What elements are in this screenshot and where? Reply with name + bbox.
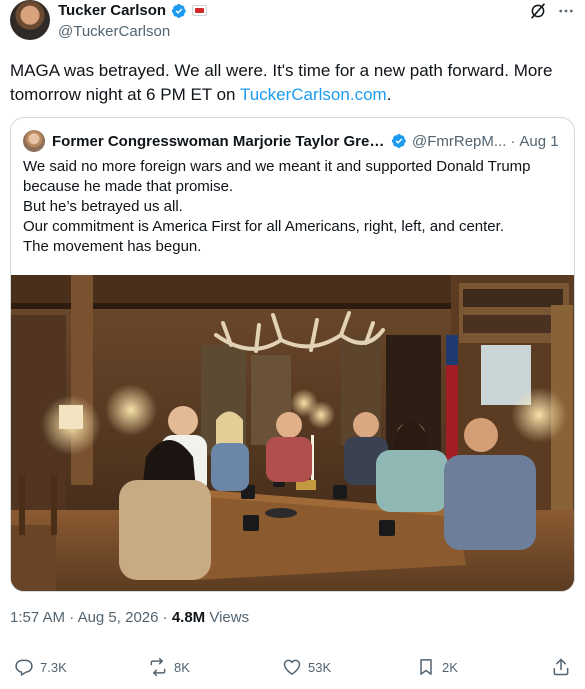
- quoted-text-line: We said no more foreign wars and we mean…: [23, 158, 531, 175]
- views-count: 4.8M: [171, 609, 206, 626]
- quoted-text-line: The movement has begun.: [23, 238, 202, 255]
- quoted-author-handle[interactable]: @FmrRepM...: [412, 133, 506, 150]
- bookmark-icon: [420, 659, 432, 675]
- meta-separator: ·: [162, 609, 168, 626]
- views-label: Views: [209, 609, 250, 626]
- like-button[interactable]: 53K: [282, 657, 331, 677]
- reply-count: 7.3K: [40, 659, 67, 675]
- bookmark-button[interactable]: 2K: [416, 657, 458, 677]
- group-dinner-photo: [11, 275, 574, 591]
- quoted-tweet-text: We said no more foreign wars and we mean…: [23, 157, 563, 257]
- tweet-text-end: .: [386, 85, 392, 104]
- quoted-text-line: because he made that promise.: [23, 178, 234, 195]
- verified-badge-icon: [391, 134, 406, 148]
- repost-count: 8K: [174, 659, 190, 675]
- verified-badge-icon: [171, 3, 186, 18]
- reply-icon: [15, 659, 33, 676]
- heart-icon: [283, 659, 301, 675]
- affiliation-badge-icon: [192, 5, 208, 16]
- quoted-text-line: But he’s betrayed us all.: [23, 198, 183, 215]
- author-avatar[interactable]: [10, 0, 50, 40]
- grok-icon[interactable]: [529, 2, 547, 20]
- quoted-date[interactable]: Aug 1: [519, 133, 558, 150]
- meta-separator: ·: [69, 609, 75, 626]
- tweet-text: MAGA was betrayed. We all were. It's tim…: [10, 59, 575, 107]
- tweet-actions: 7.3K 8K 53K 2K: [10, 655, 575, 683]
- tweet-date[interactable]: Aug 5, 2026: [78, 609, 159, 626]
- tweet-meta: 1:57 AM · Aug 5, 2026 · 4.8M Views: [10, 609, 249, 626]
- quoted-tweet-photo[interactable]: [11, 275, 574, 591]
- repost-icon: [150, 657, 166, 677]
- repost-button[interactable]: 8K: [148, 657, 190, 677]
- quoted-author-name[interactable]: Former Congresswoman Marjorie Taylor Gre…: [52, 133, 387, 150]
- tweet-time[interactable]: 1:57 AM: [10, 609, 65, 626]
- reply-button[interactable]: 7.3K: [14, 657, 67, 677]
- share-icon: [553, 658, 569, 676]
- bookmark-count: 2K: [442, 659, 458, 675]
- share-button[interactable]: [551, 657, 571, 677]
- quoted-author-avatar[interactable]: [23, 130, 45, 152]
- author-handle[interactable]: @TuckerCarlson: [58, 23, 170, 40]
- quoted-tweet-card[interactable]: Former Congresswoman Marjorie Taylor Gre…: [10, 117, 575, 592]
- author-display-name[interactable]: Tucker Carlson: [58, 2, 166, 19]
- tweet-link[interactable]: TuckerCarlson.com: [240, 85, 387, 104]
- quoted-text-line: Our commitment is America First for all …: [23, 218, 504, 235]
- like-count: 53K: [308, 659, 332, 675]
- quoted-separator: ·: [510, 132, 516, 150]
- quoted-tweet-header: Former Congresswoman Marjorie Taylor Gre…: [23, 130, 562, 152]
- tweet-header: Tucker Carlson @TuckerCarlson: [10, 0, 575, 44]
- more-options-icon[interactable]: [557, 2, 575, 20]
- author-name-row: Tucker Carlson: [58, 2, 208, 19]
